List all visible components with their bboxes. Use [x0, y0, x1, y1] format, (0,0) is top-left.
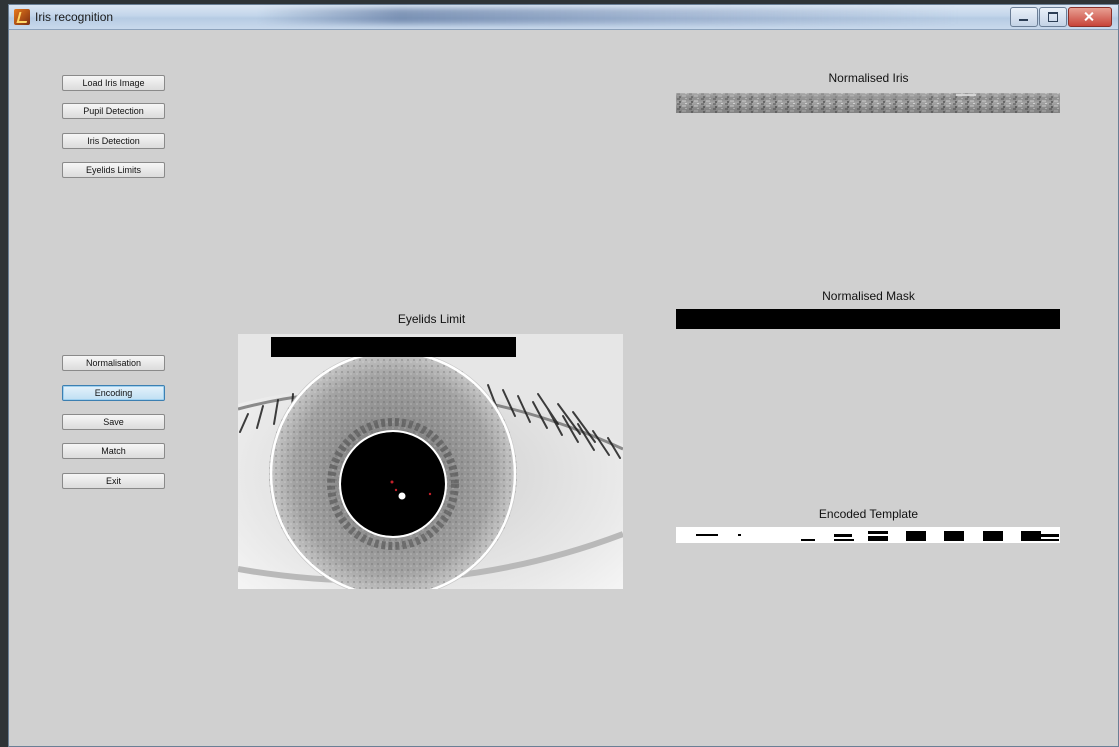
normalised-mask-title: Normalised Mask [822, 289, 915, 303]
app-window: Iris recognition Load Iris Image Pupil D… [8, 4, 1119, 747]
window-controls [1009, 7, 1112, 27]
encoded-template-image [676, 527, 1060, 543]
normalisation-button[interactable]: Normalisation [62, 355, 165, 371]
normalised-iris-title: Normalised Iris [828, 71, 909, 85]
maximize-icon[interactable] [1039, 7, 1067, 27]
minimize-icon[interactable] [1010, 7, 1038, 27]
eye-image [238, 334, 623, 589]
encoded-template-title: Encoded Template [818, 507, 919, 521]
iris-detection-button[interactable]: Iris Detection [62, 133, 165, 149]
eyelid-limit-bar [271, 337, 516, 357]
load-iris-image-button[interactable]: Load Iris Image [62, 75, 165, 91]
match-button[interactable]: Match [62, 443, 165, 459]
normalised-mask-image [676, 309, 1060, 329]
pupil-detection-button[interactable]: Pupil Detection [62, 103, 165, 119]
normalised-iris-image [676, 93, 1060, 113]
eyelids-limit-title: Eyelids Limit [397, 312, 466, 326]
title-bar-decoration [259, 8, 959, 24]
title-bar[interactable]: Iris recognition [9, 5, 1118, 30]
matlab-icon [14, 9, 30, 25]
encoding-button[interactable]: Encoding [62, 385, 165, 401]
close-icon[interactable] [1068, 7, 1112, 27]
eyelids-limits-button[interactable]: Eyelids Limits [62, 162, 165, 178]
window-title: Iris recognition [35, 10, 114, 24]
exit-button[interactable]: Exit [62, 473, 165, 489]
save-button[interactable]: Save [62, 414, 165, 430]
